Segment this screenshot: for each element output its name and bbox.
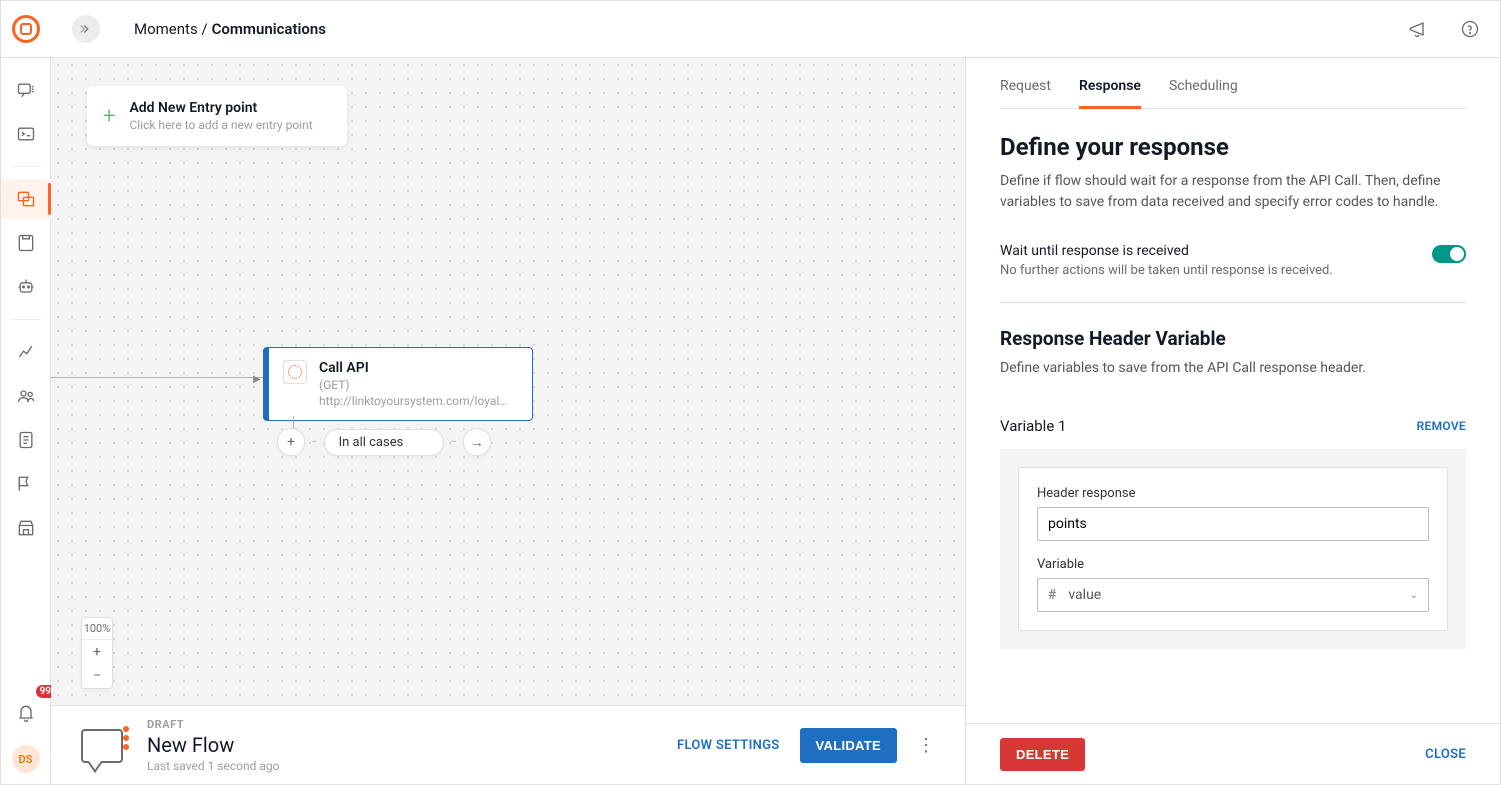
variable-block: Header response Variable # value ⌄	[1000, 449, 1466, 649]
connector-dash: –	[450, 437, 457, 448]
toggle-subtitle: No further actions will be taken until r…	[1000, 263, 1333, 278]
panel-description: Define if flow should wait for a respons…	[1000, 171, 1466, 213]
side-panel: Request Response Scheduling Define your …	[965, 58, 1500, 785]
entry-card-title: Add New Entry point	[129, 100, 312, 116]
nav-item-bot[interactable]	[1, 267, 51, 307]
announce-icon[interactable]	[1404, 15, 1432, 43]
nav-item-conversations[interactable]	[1, 70, 51, 110]
remove-variable-button[interactable]: REMOVE	[1417, 419, 1466, 433]
header-variable-heading: Response Header Variable	[1000, 327, 1466, 350]
header-response-label: Header response	[1037, 486, 1429, 501]
user-avatar[interactable]: DS	[12, 745, 40, 773]
nav-item-people[interactable]	[1, 376, 51, 416]
toggle-title: Wait until response is received	[1000, 243, 1333, 259]
flow-name[interactable]: New Flow	[147, 733, 279, 757]
api-node-icon	[283, 360, 307, 384]
variable-block-title: Variable 1	[1000, 417, 1066, 435]
nav-item-templates[interactable]	[1, 223, 51, 263]
hash-icon: #	[1048, 587, 1056, 603]
connector-dash: –	[311, 437, 318, 448]
variable-select[interactable]: # value ⌄	[1037, 578, 1429, 612]
app-logo[interactable]	[12, 15, 40, 43]
arrow-icon: ▶	[253, 374, 261, 385]
flow-icon	[81, 729, 123, 763]
breadcrumb-current: Communications	[212, 20, 326, 38]
help-icon[interactable]	[1456, 15, 1484, 43]
call-api-node[interactable]: Call API (GET) http://linktoyoursystem.c…	[263, 347, 533, 421]
delete-button[interactable]: DELETE	[1000, 738, 1085, 771]
chevron-down-icon: ⌄	[1410, 590, 1418, 601]
add-entry-point-card[interactable]: + Add New Entry point Click here to add …	[87, 86, 347, 146]
close-button[interactable]: CLOSE	[1425, 747, 1466, 762]
panel-heading: Define your response	[1000, 133, 1466, 161]
wait-response-toggle[interactable]	[1432, 245, 1466, 263]
nav-item-docs[interactable]	[1, 420, 51, 460]
add-branch-button[interactable]: +	[277, 428, 305, 456]
connector-line	[51, 377, 263, 378]
api-node-url: http://linktoyoursystem.com/loyalty_poin	[319, 394, 509, 408]
variable-label: Variable	[1037, 557, 1429, 572]
footer-bar: DRAFT New Flow Last saved 1 second ago F…	[51, 705, 965, 785]
nav-item-bookmark[interactable]	[1, 464, 51, 504]
panel-tabs: Request Response Scheduling	[1000, 78, 1466, 109]
nav-item-store[interactable]	[1, 508, 51, 548]
breadcrumb: Moments / Communications	[134, 20, 326, 38]
nav-item-terminal[interactable]	[1, 114, 51, 154]
validate-button[interactable]: VALIDATE	[800, 728, 897, 763]
zoom-out-button[interactable]: −	[82, 664, 112, 688]
header-response-input[interactable]	[1037, 507, 1429, 541]
zoom-control: 100% + −	[81, 617, 113, 689]
expand-sidebar-button[interactable]	[72, 15, 100, 43]
variable-select-value: value	[1068, 587, 1409, 603]
tab-request[interactable]: Request	[1000, 78, 1051, 108]
nav-rail: 99+ DS	[1, 58, 51, 785]
top-bar: Moments / Communications	[1, 1, 1500, 58]
flow-settings-button[interactable]: FLOW SETTINGS	[677, 738, 779, 753]
next-step-button[interactable]: →	[463, 428, 491, 456]
flow-saved-time: Last saved 1 second ago	[147, 759, 279, 773]
more-menu-button[interactable]: ⋮	[917, 735, 935, 756]
entry-card-subtitle: Click here to add a new entry point	[129, 118, 312, 132]
api-node-method: (GET)	[319, 378, 509, 392]
nav-item-flows[interactable]	[1, 179, 51, 219]
flow-canvas[interactable]: + Add New Entry point Click here to add …	[51, 58, 965, 705]
breadcrumb-parent[interactable]: Moments /	[134, 20, 208, 38]
zoom-in-button[interactable]: +	[82, 640, 112, 664]
zoom-level: 100%	[82, 618, 112, 640]
api-node-title: Call API	[319, 360, 509, 376]
tab-scheduling[interactable]: Scheduling	[1169, 78, 1238, 108]
notifications-button[interactable]: 99+	[1, 693, 51, 733]
branch-label[interactable]: In all cases	[324, 429, 445, 456]
nav-item-analytics[interactable]	[1, 332, 51, 372]
flow-status: DRAFT	[147, 718, 279, 731]
plus-icon: +	[103, 104, 115, 129]
header-variable-description: Define variables to save from the API Ca…	[1000, 358, 1466, 379]
tab-response[interactable]: Response	[1079, 78, 1141, 109]
